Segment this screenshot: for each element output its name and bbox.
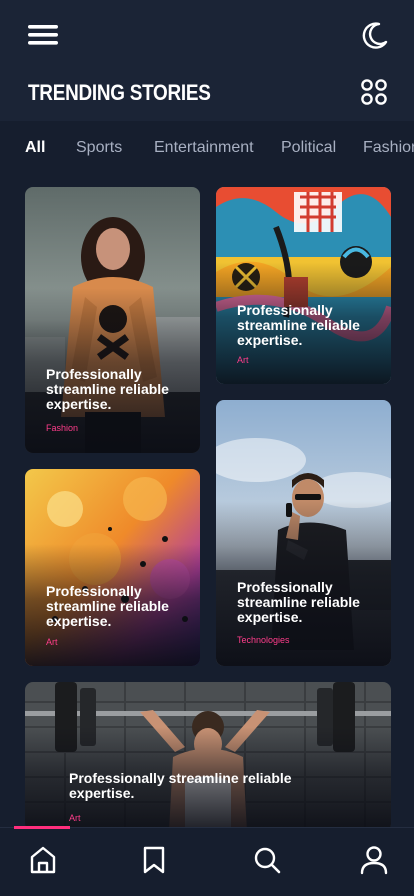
card-title: Professionally streamline reliable exper… xyxy=(46,366,169,412)
card-category: Art xyxy=(237,355,249,365)
category-tabs: All Sports Entertainment Political Fashi… xyxy=(0,132,414,166)
card-category: Fashion xyxy=(46,423,79,433)
hamburger-menu-icon[interactable] xyxy=(26,22,60,48)
bookmark-icon[interactable] xyxy=(139,844,169,876)
card-category: Technologies xyxy=(237,635,290,645)
story-card[interactable]: Professionally streamline reliable exper… xyxy=(25,469,200,666)
tab-sports[interactable]: Sports xyxy=(76,138,122,158)
card-title: Professionally streamline reliable exper… xyxy=(237,302,360,348)
page-title: TRENDING STORIES xyxy=(28,80,211,105)
card-title: Professionally streamline reliable exper… xyxy=(46,583,169,629)
search-icon[interactable] xyxy=(252,844,282,876)
tab-all[interactable]: All xyxy=(25,138,45,158)
top-header: TRENDING STORIES xyxy=(0,0,414,121)
tab-political[interactable]: Political xyxy=(281,138,336,158)
home-icon[interactable] xyxy=(28,844,58,876)
card-category: Art xyxy=(69,813,81,823)
active-tab-indicator xyxy=(14,826,70,829)
story-card[interactable]: Professionally streamline reliable exper… xyxy=(25,682,391,832)
card-title: Professionally streamline reliable exper… xyxy=(69,770,292,801)
tab-entertainment[interactable]: Entertainment xyxy=(154,138,254,158)
tab-fashion[interactable]: Fashion xyxy=(363,138,414,158)
story-card[interactable]: Professionally streamline reliable exper… xyxy=(25,187,200,453)
story-card[interactable]: Professionally streamline reliable exper… xyxy=(216,400,391,666)
grid-view-icon[interactable] xyxy=(360,78,388,106)
bottom-navigation xyxy=(0,826,414,896)
moon-icon[interactable] xyxy=(358,20,390,52)
story-card[interactable]: Professionally streamline reliable exper… xyxy=(216,187,391,384)
card-category: Art xyxy=(46,637,58,647)
card-title: Professionally streamline reliable exper… xyxy=(237,579,360,625)
app-screen: TRENDING STORIES All Sports Entertainmen… xyxy=(0,0,414,896)
user-icon[interactable] xyxy=(359,844,389,876)
